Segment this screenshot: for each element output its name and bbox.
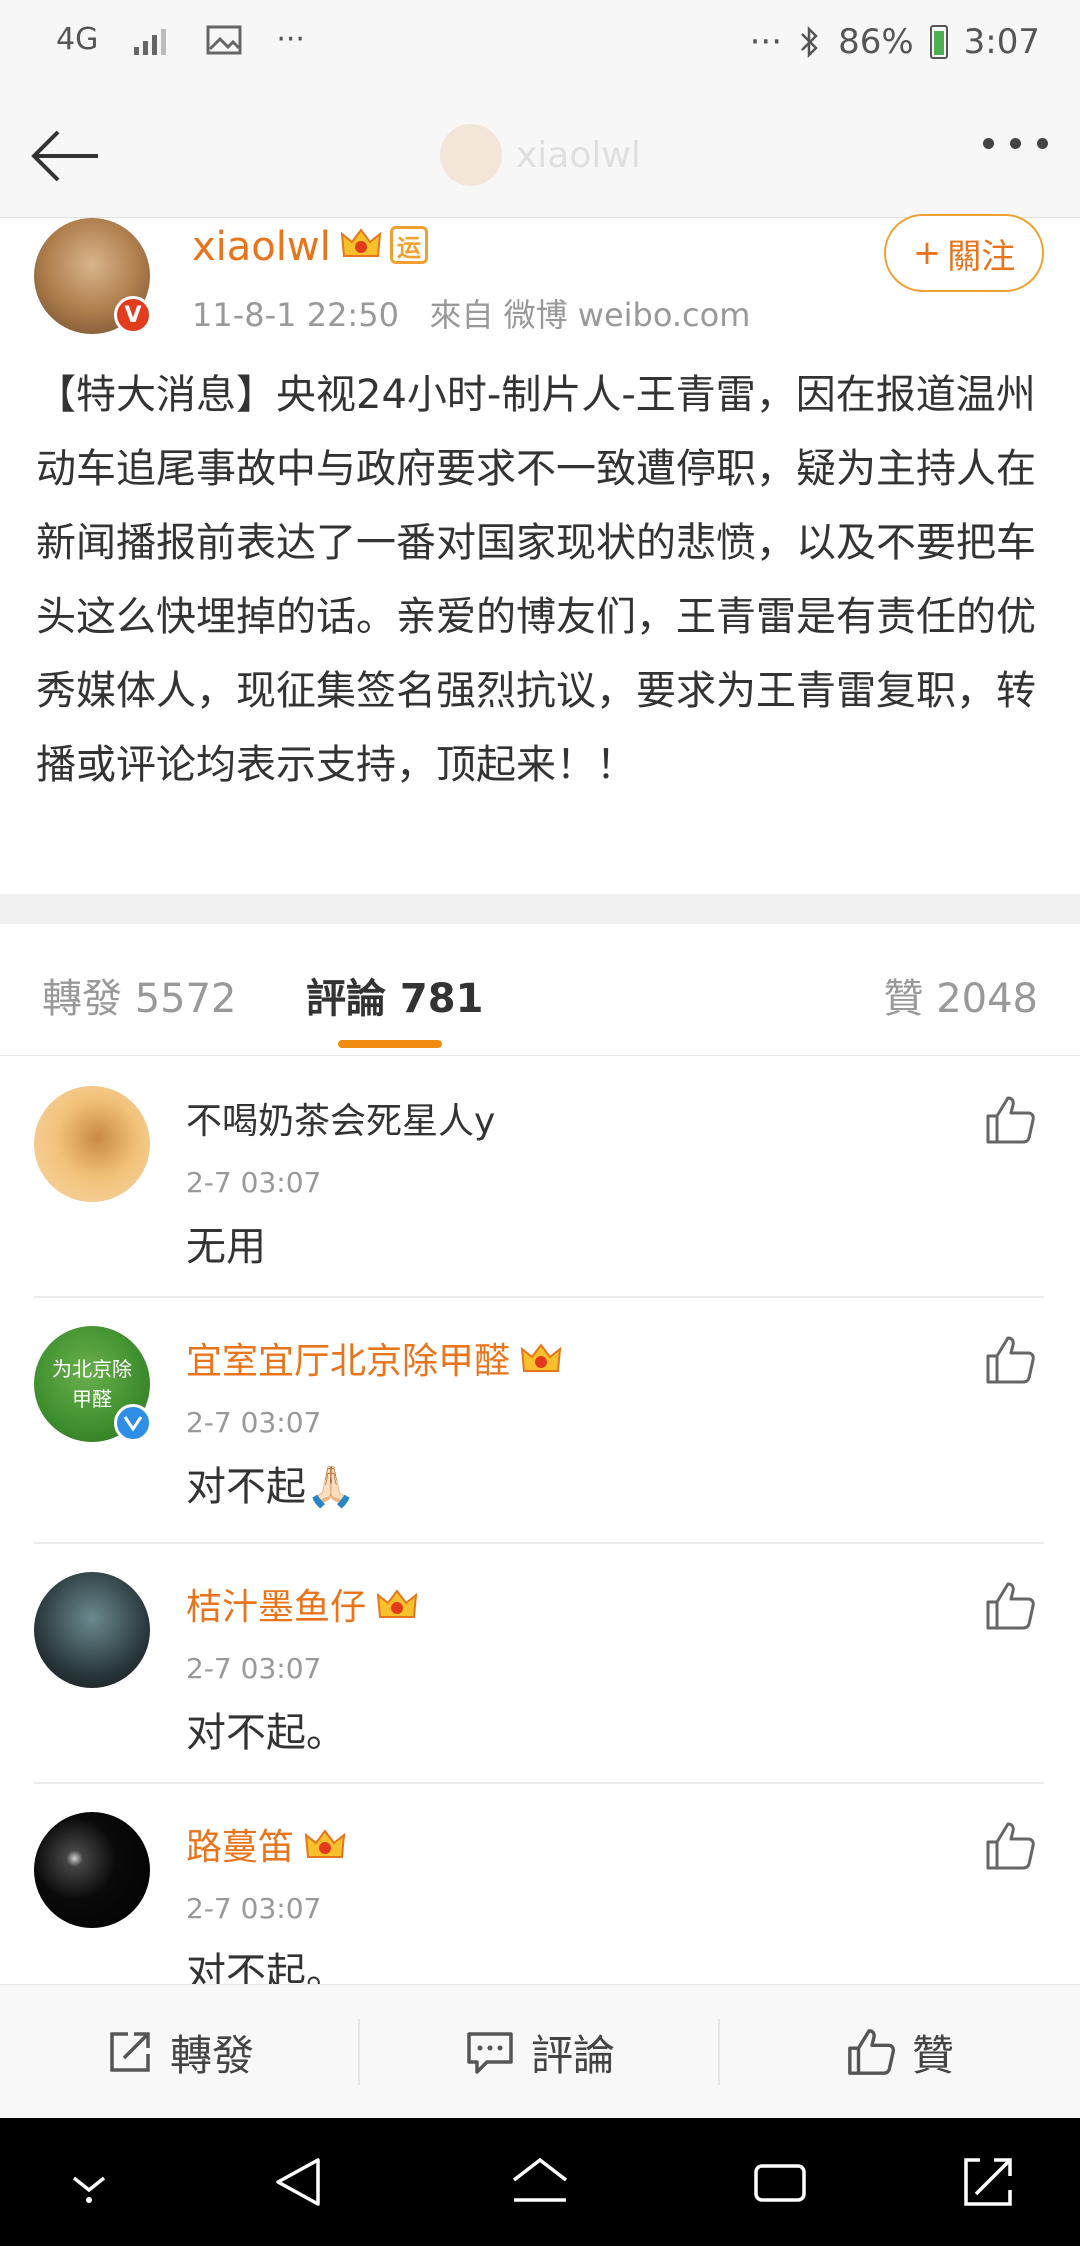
follow-button[interactable]: + 關注 <box>884 214 1044 292</box>
comment-separator <box>34 1296 1044 1298</box>
comment-avatar[interactable] <box>34 1812 150 1928</box>
bluetooth-icon <box>801 25 818 59</box>
plus-icon: + <box>912 233 942 273</box>
action-bar: 轉發 評論 贊 <box>0 1984 1080 2118</box>
thumbs-up-icon[interactable] <box>984 1580 1036 1632</box>
home-icon[interactable] <box>508 2152 572 2212</box>
network-label: 4G <box>56 22 99 57</box>
post-time: 11-8-1 22:50 <box>192 296 399 334</box>
interaction-tabs: 轉發 5572 評論 781 贊 2048 <box>0 924 1080 1056</box>
comment-time: 2-7 03:07 <box>186 1652 322 1685</box>
recent-apps-icon[interactable] <box>750 2152 810 2212</box>
nav-bar: xiaolwl <box>0 90 1080 218</box>
status-more-right: ··· <box>749 22 783 62</box>
comment-text: 对不起🙏🏻 <box>186 1464 356 1510</box>
vip-crown-icon <box>340 228 382 257</box>
back-arrow-icon[interactable] <box>28 118 104 194</box>
chevron-down-icon[interactable] <box>64 2152 114 2212</box>
like-button[interactable]: 贊 <box>720 1985 1080 2119</box>
author-name[interactable]: xiaolwl <box>192 224 331 270</box>
weibo-post: V xiaolwl 运 11-8-1 22:50 來自 微博 weibo.com… <box>0 214 1080 894</box>
comment-separator <box>34 1542 1044 1544</box>
repost-icon <box>110 2032 150 2072</box>
vip-crown-icon <box>304 1829 346 1858</box>
like-label: 贊 <box>911 2030 954 2080</box>
more-options-icon[interactable] <box>983 138 1048 149</box>
battery-icon <box>929 25 948 59</box>
comment-author[interactable]: 不喝奶茶会死星人y <box>186 1092 495 1144</box>
comment-label: 評論 <box>530 2030 615 2080</box>
follow-label: 關注 <box>947 236 1016 277</box>
repost-button[interactable]: 轉發 <box>0 1985 360 2119</box>
vip-crown-icon <box>376 1589 418 1618</box>
comment-time: 2-7 03:07 <box>186 1166 322 1199</box>
yun-badge-icon: 运 <box>390 226 428 264</box>
comment-author[interactable]: 桔汁墨鱼仔 <box>186 1578 418 1630</box>
tab-active-indicator <box>338 1040 442 1048</box>
tab-comments[interactable]: 評論 781 <box>306 966 483 1024</box>
thumbs-up-icon[interactable] <box>984 1334 1036 1386</box>
vip-crown-icon <box>520 1343 562 1372</box>
battery-percent: 86% <box>838 22 914 62</box>
thumbs-up-icon <box>848 2029 896 2075</box>
status-time: 3:07 <box>963 22 1040 62</box>
signal-icon <box>134 28 167 55</box>
nav-ghost-avatar <box>440 124 502 186</box>
comment-text: 对不起。 <box>186 1710 346 1756</box>
expand-icon[interactable] <box>958 2152 1018 2212</box>
section-divider <box>0 894 1080 924</box>
image-icon <box>206 25 242 54</box>
comment-button[interactable]: 評論 <box>360 1985 720 2119</box>
thumbs-up-icon[interactable] <box>984 1094 1036 1146</box>
post-meta: 11-8-1 22:50 來自 微博 weibo.com <box>192 290 750 336</box>
repost-label: 轉發 <box>169 2030 254 2080</box>
comment-author[interactable]: 路蔓笛 <box>186 1818 346 1870</box>
post-content: 【特大消息】央视24小时-制片人-王青雷，因在报道温州动车追尾事故中与政府要求不… <box>36 372 1036 788</box>
comment-time: 2-7 03:07 <box>186 1406 322 1439</box>
comment-text: 无用 <box>186 1224 266 1270</box>
comment-icon <box>467 2032 513 2074</box>
post-source: 來自 微博 weibo.com <box>429 296 751 334</box>
comment-avatar[interactable] <box>34 1572 150 1688</box>
comment-avatar[interactable] <box>34 1086 150 1202</box>
comment-separator <box>34 1782 1044 1784</box>
comment-author[interactable]: 宜室宜厅北京除甲醛 <box>186 1332 562 1384</box>
verified-badge-icon <box>114 1404 152 1442</box>
verified-badge-icon: V <box>114 296 152 334</box>
thumbs-up-icon[interactable] <box>984 1820 1036 1872</box>
back-icon[interactable] <box>270 2152 330 2212</box>
tab-repost[interactable]: 轉發 5572 <box>42 966 237 1024</box>
tab-likes[interactable]: 贊 2048 <box>883 966 1038 1024</box>
system-nav-bar <box>0 2118 1080 2246</box>
nav-ghost-title: xiaolwl <box>440 124 641 186</box>
status-more-left: ··· <box>276 22 305 57</box>
status-bar: 4G ··· ··· 86% 3:07 <box>0 0 1080 90</box>
comment-time: 2-7 03:07 <box>186 1892 322 1925</box>
